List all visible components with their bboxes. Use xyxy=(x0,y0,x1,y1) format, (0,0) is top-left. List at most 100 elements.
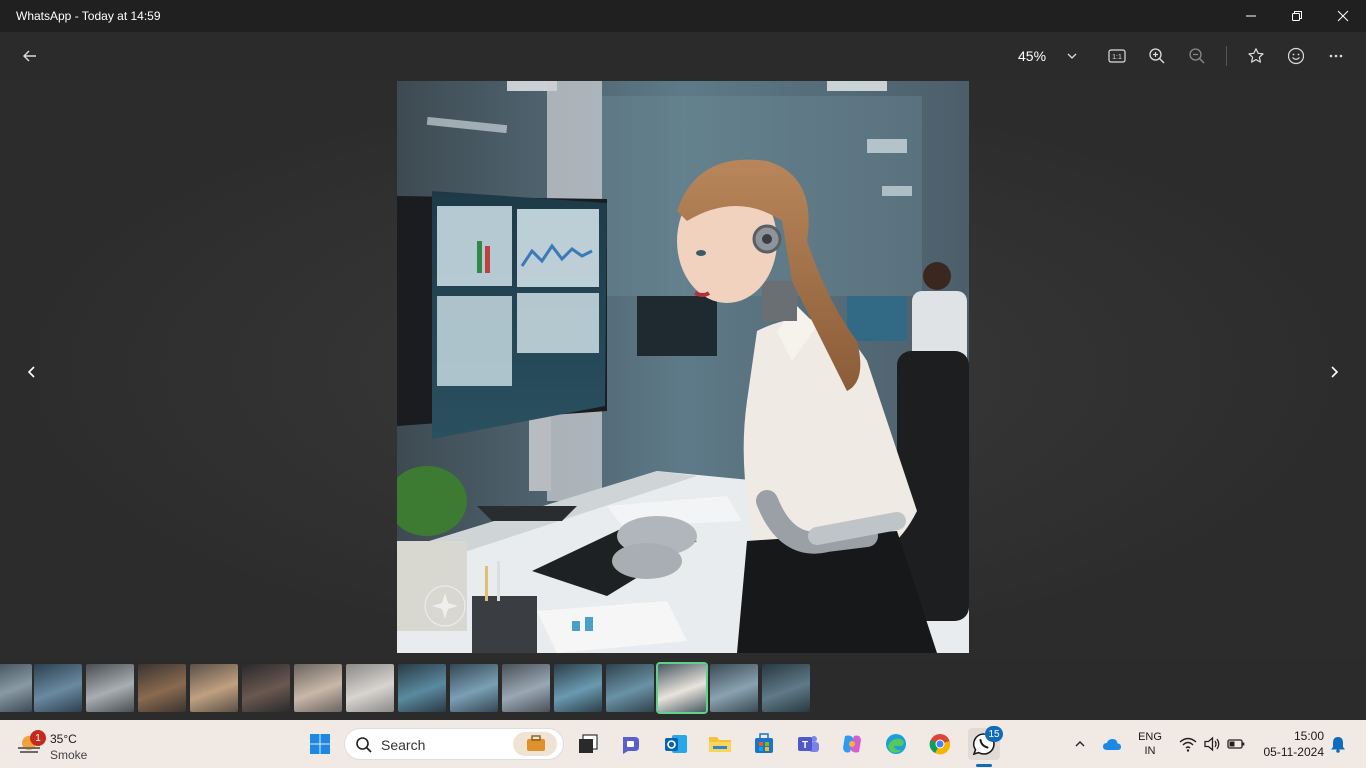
copilot-icon xyxy=(843,735,861,753)
clock-date: 05-11-2024 xyxy=(1263,745,1325,759)
star-icon xyxy=(1248,48,1264,63)
search-icon xyxy=(356,737,372,753)
taskbar-edge[interactable] xyxy=(880,728,912,760)
actual-size-icon: 1:1 xyxy=(1108,49,1126,63)
region-code: IN xyxy=(1144,745,1156,757)
svg-text:1:1: 1:1 xyxy=(1112,54,1122,61)
cloud-icon xyxy=(1103,739,1121,750)
volume-status[interactable] xyxy=(1202,734,1222,754)
chevron-down-icon xyxy=(1067,53,1077,59)
store-icon xyxy=(755,733,773,753)
search-label: Search xyxy=(381,737,426,753)
language-code: ENG xyxy=(1138,731,1162,743)
window-title: WhatsApp - Today at 14:59 xyxy=(16,9,161,23)
restore-button[interactable] xyxy=(1274,0,1320,32)
next-image-button[interactable] xyxy=(1322,360,1346,384)
system-clock[interactable]: 15:00 05-11-2024 xyxy=(1250,728,1325,760)
minimize-icon xyxy=(1246,15,1256,17)
zoom-in-button[interactable] xyxy=(1143,42,1171,70)
actual-size-button[interactable]: 1:1 xyxy=(1103,42,1131,70)
filmstrip-thumbnail[interactable] xyxy=(34,664,82,712)
main-photo xyxy=(397,81,969,653)
filmstrip-thumbnail[interactable] xyxy=(242,664,290,712)
image-viewer xyxy=(0,80,1366,660)
filmstrip-thumbnail[interactable] xyxy=(606,664,654,712)
wifi-status[interactable] xyxy=(1178,734,1198,754)
clock-time: 15:00 xyxy=(1293,729,1324,743)
filmstrip-thumbnail-selected[interactable] xyxy=(656,662,708,714)
active-app-indicator xyxy=(976,764,992,767)
filmstrip-thumbnail[interactable] xyxy=(0,664,32,712)
taskbar-file-explorer[interactable] xyxy=(704,728,736,760)
taskbar-meet[interactable] xyxy=(615,728,647,760)
svg-text:T: T xyxy=(802,740,808,751)
filmstrip-thumbnail[interactable] xyxy=(554,664,602,712)
filmstrip-thumbnail[interactable] xyxy=(138,664,186,712)
show-hidden-icons-button[interactable] xyxy=(1070,734,1090,754)
search-highlight-briefcase-icon xyxy=(513,732,557,756)
filmstrip-thumbnail[interactable] xyxy=(86,664,134,712)
input-language-indicator[interactable]: ENG IN xyxy=(1130,730,1170,758)
filmstrip-thumbnail[interactable] xyxy=(346,664,394,712)
filmstrip-thumbnail[interactable] xyxy=(398,664,446,712)
back-button[interactable] xyxy=(16,42,44,70)
close-button[interactable] xyxy=(1320,0,1366,32)
weather-temperature: 35°C xyxy=(50,732,77,746)
taskbar-chrome[interactable] xyxy=(924,728,956,760)
minimize-button[interactable] xyxy=(1228,0,1274,32)
start-button[interactable] xyxy=(304,728,336,760)
close-icon xyxy=(1337,10,1349,22)
whatsapp-unread-badge: 15 xyxy=(985,726,1003,742)
taskbar-teams[interactable]: T xyxy=(792,728,824,760)
zoom-out-icon xyxy=(1189,48,1205,64)
more-options-button[interactable] xyxy=(1322,42,1350,70)
notifications-button[interactable] xyxy=(1328,734,1348,754)
battery-status[interactable] xyxy=(1226,734,1246,754)
filmstrip-thumbnail[interactable] xyxy=(450,664,498,712)
previous-image-button[interactable] xyxy=(20,360,44,384)
photo-illustration xyxy=(397,81,969,653)
outlook-icon xyxy=(665,735,687,753)
filmstrip-thumbnail[interactable] xyxy=(502,664,550,712)
title-bar: WhatsApp - Today at 14:59 xyxy=(0,0,1366,32)
ellipsis-icon xyxy=(1329,54,1343,58)
weather-alert-badge: 1 xyxy=(30,730,46,746)
task-view-icon xyxy=(579,734,598,753)
video-chat-icon xyxy=(623,737,639,754)
react-button[interactable] xyxy=(1282,42,1310,70)
bell-icon xyxy=(1331,737,1345,753)
taskbar: 1 35°C Smoke Search T 15 ENG IN 15:00 05… xyxy=(0,720,1366,768)
zoom-in-icon xyxy=(1149,48,1165,64)
viewer-toolbar: 45% 1:1 xyxy=(0,32,1366,80)
battery-icon xyxy=(1227,739,1245,749)
taskbar-outlook[interactable] xyxy=(660,728,692,760)
smiley-icon xyxy=(1287,47,1305,65)
chevron-left-icon xyxy=(27,366,35,378)
wifi-icon xyxy=(1179,737,1197,752)
favorite-button[interactable] xyxy=(1242,42,1270,70)
chrome-icon xyxy=(929,734,951,755)
weather-description: Smoke xyxy=(50,748,88,762)
zoom-dropdown-button[interactable] xyxy=(1062,42,1082,70)
chevron-right-icon xyxy=(1331,366,1339,378)
edge-icon xyxy=(886,734,906,754)
weather-widget[interactable]: 1 35°C Smoke xyxy=(12,724,132,764)
filmstrip xyxy=(0,662,1366,716)
toolbar-divider xyxy=(1226,46,1227,66)
zoom-level[interactable]: 45% xyxy=(1018,42,1062,70)
folder-icon xyxy=(709,737,731,752)
filmstrip-thumbnail[interactable] xyxy=(710,664,758,712)
onedrive-tray-button[interactable] xyxy=(1102,734,1122,754)
teams-icon: T xyxy=(798,736,819,752)
zoom-out-button[interactable] xyxy=(1183,42,1211,70)
taskbar-search-box[interactable]: Search xyxy=(344,728,564,760)
windows-logo-icon xyxy=(310,734,330,754)
taskbar-task-view[interactable] xyxy=(572,728,604,760)
taskbar-store[interactable] xyxy=(748,728,780,760)
filmstrip-thumbnail[interactable] xyxy=(294,664,342,712)
filmstrip-thumbnail[interactable] xyxy=(190,664,238,712)
arrow-left-icon xyxy=(23,50,36,62)
filmstrip-thumbnail[interactable] xyxy=(762,664,810,712)
chevron-up-icon xyxy=(1075,741,1085,747)
taskbar-copilot[interactable] xyxy=(836,728,868,760)
